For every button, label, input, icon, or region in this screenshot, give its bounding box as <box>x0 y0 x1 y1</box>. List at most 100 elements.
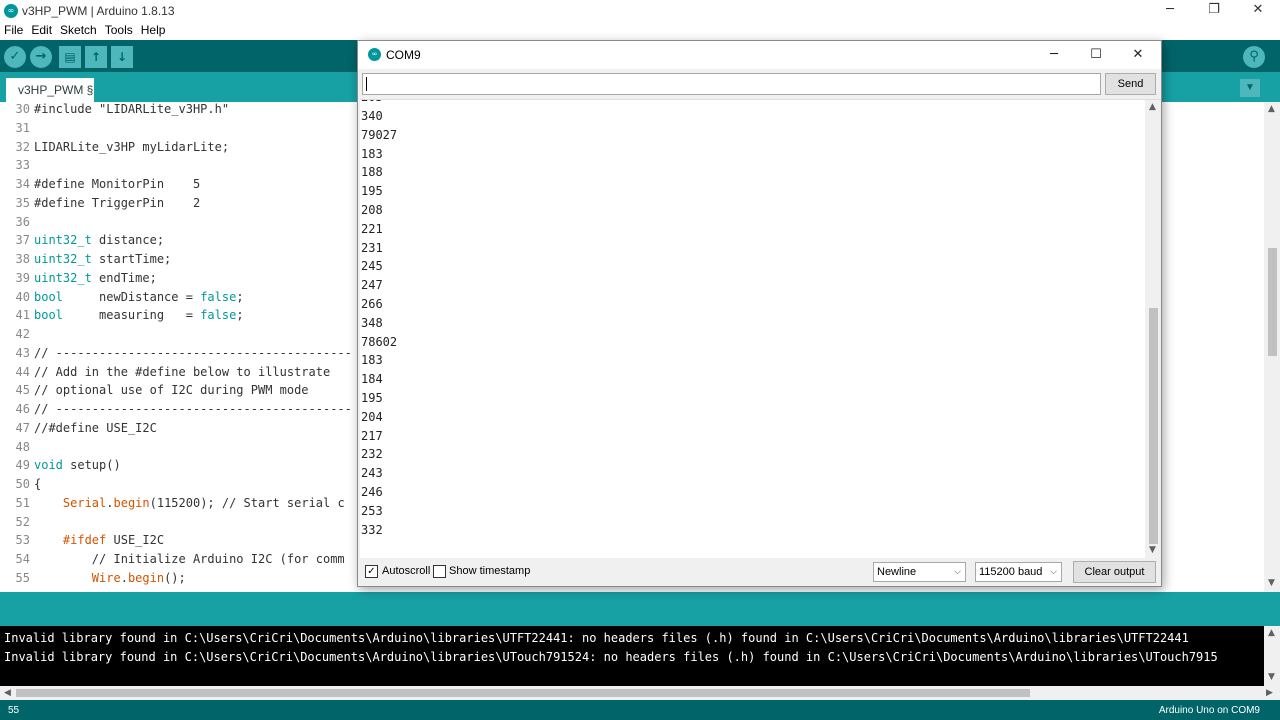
tab-menu-dropdown-icon[interactable]: ▼ <box>1240 79 1260 97</box>
serial-output-line: 195 <box>361 391 383 405</box>
new-sketch-button[interactable]: ▤ <box>59 46 81 68</box>
serial-output-line: 208 <box>361 203 383 217</box>
code-token: // optional use of I2C during PWM mode <box>34 383 309 398</box>
serial-output-line: 246 <box>361 485 383 499</box>
message-area <box>0 592 1280 626</box>
console-horizontal-scrollbar[interactable]: ◀ ▶ <box>0 686 1280 700</box>
line-number: 53 <box>15 533 30 548</box>
code-text: Serial.begin(115200); // Start serial c <box>34 496 345 510</box>
line-number: 32 <box>15 139 30 154</box>
code-text: // Initialize Arduino I2C (for comm <box>34 552 345 566</box>
verify-button[interactable]: ✓ <box>4 46 26 68</box>
code-token: begin <box>127 570 165 585</box>
code-token: bool <box>34 289 63 304</box>
serial-send-input[interactable] <box>362 73 1101 95</box>
code-text: uint32_t endTime; <box>34 271 157 285</box>
menu-file[interactable]: File <box>0 22 27 37</box>
serial-scroll-thumb[interactable] <box>1149 308 1158 544</box>
open-sketch-button[interactable]: ↑ <box>85 46 107 68</box>
code-token: startTime; <box>91 252 172 266</box>
serial-close-button[interactable]: ✕ <box>1118 45 1158 65</box>
autoscroll-checkbox[interactable]: ✓ <box>365 565 378 578</box>
code-text: //#define USE_I2C <box>34 421 157 435</box>
line-number: 44 <box>15 364 30 379</box>
serial-output-line: 232 <box>361 447 383 462</box>
show-timestamp-label[interactable]: Show timestamp <box>449 565 530 577</box>
serial-vertical-scrollbar[interactable]: ▲ ▼ <box>1145 100 1161 558</box>
menu-sketch[interactable]: Sketch <box>56 22 101 37</box>
serial-monitor-button[interactable]: ⚲ <box>1243 46 1265 68</box>
line-number: 37 <box>15 233 30 248</box>
editor-vertical-scrollbar[interactable]: ▲ ▼ <box>1264 102 1280 592</box>
code-token: endTime; <box>91 270 157 285</box>
code-token: // Initialize Arduino I2C (for comm <box>34 552 345 566</box>
menu-help[interactable]: Help <box>137 22 170 37</box>
baud-rate-select[interactable]: 115200 baud ⌵ <box>975 562 1062 582</box>
line-number: 49 <box>15 458 30 473</box>
menu-tools[interactable]: Tools <box>101 22 137 37</box>
show-timestamp-checkbox[interactable] <box>433 565 446 578</box>
serial-output-line: 340 <box>361 109 383 123</box>
console-vertical-scrollbar[interactable]: ▲ ▼ <box>1264 626 1280 686</box>
status-bar: 55 Arduino Uno on COM9 <box>0 700 1280 720</box>
line-number: 31 <box>15 120 30 135</box>
arduino-logo-icon: ∞ <box>4 4 18 18</box>
scroll-up-arrow-icon[interactable]: ▲ <box>1149 102 1156 112</box>
code-text: #define MonitorPin 5 <box>34 177 200 191</box>
code-token: void <box>34 458 63 473</box>
close-button[interactable]: ✕ <box>1236 0 1280 22</box>
autoscroll-label[interactable]: Autoscroll <box>382 565 430 577</box>
code-token: uint32_t <box>34 252 92 266</box>
code-token: measuring = <box>62 308 201 323</box>
line-number: 47 <box>15 420 30 435</box>
save-sketch-button[interactable]: ↓ <box>111 46 133 68</box>
line-number: 40 <box>15 289 30 304</box>
main-title-bar: ∞ v3HP_PWM | Arduino 1.8.13 ─ ❐ ✕ <box>0 0 1280 22</box>
line-number: 46 <box>15 402 30 416</box>
serial-output-line: 245 <box>361 259 383 274</box>
code-token: // -------------------------------------… <box>34 345 352 360</box>
code-token: USE_I2C <box>106 533 165 548</box>
serial-output-line-partial: 205 <box>361 100 383 107</box>
line-number: 33 <box>15 158 30 173</box>
serial-minimize-button[interactable]: ─ <box>1034 45 1074 65</box>
menu-edit[interactable]: Edit <box>27 22 56 37</box>
serial-monitor-title: COM9 <box>386 48 421 62</box>
editor-scroll-thumb[interactable] <box>1268 248 1277 356</box>
scroll-up-arrow-icon[interactable]: ▲ <box>1268 104 1275 114</box>
chevron-down-icon: ⌵ <box>1050 567 1057 577</box>
code-token: #ifdef <box>62 533 107 548</box>
console-hscroll-thumb[interactable] <box>16 689 1030 697</box>
line-number: 48 <box>15 439 30 454</box>
code-token: begin <box>113 495 150 510</box>
scroll-left-arrow-icon[interactable]: ◀ <box>4 688 11 698</box>
line-number: 41 <box>15 308 30 323</box>
scroll-down-arrow-icon[interactable]: ▼ <box>1268 672 1275 682</box>
scroll-right-arrow-icon[interactable]: ▶ <box>1266 688 1273 698</box>
console-output: Invalid library found in C:\Users\CriCri… <box>0 626 1280 686</box>
tab-v3hp-pwm[interactable]: v3HP_PWM § <box>6 78 94 102</box>
serial-output-line: 266 <box>361 297 383 311</box>
scroll-down-arrow-icon[interactable]: ▼ <box>1268 578 1275 588</box>
serial-output-line: 183 <box>361 353 383 368</box>
minimize-button[interactable]: ─ <box>1148 0 1192 22</box>
arduino-logo-icon: ∞ <box>368 48 381 61</box>
line-ending-select[interactable]: Newline ⌵ <box>873 562 966 582</box>
code-token: (115200); // Start serial c <box>149 495 345 510</box>
clear-output-button[interactable]: Clear output <box>1073 561 1156 583</box>
upload-button[interactable]: → <box>30 46 52 68</box>
scroll-down-arrow-icon[interactable]: ▼ <box>1149 545 1156 555</box>
serial-bottom-bar: ✓ Autoscroll Show timestamp Newline ⌵ 11… <box>358 558 1161 586</box>
line-number: 36 <box>15 214 30 229</box>
serial-maximize-button[interactable]: ☐ <box>1076 45 1116 65</box>
serial-output-line: 332 <box>361 522 383 537</box>
send-button[interactable]: Send <box>1105 73 1156 95</box>
window-title: v3HP_PWM | Arduino 1.8.13 <box>22 4 175 18</box>
code-token: false <box>200 289 237 304</box>
line-number: 35 <box>15 195 30 210</box>
restore-button[interactable]: ❐ <box>1192 0 1236 22</box>
code-text: // -------------------------------------… <box>34 402 352 416</box>
scroll-up-arrow-icon[interactable]: ▲ <box>1268 628 1275 638</box>
